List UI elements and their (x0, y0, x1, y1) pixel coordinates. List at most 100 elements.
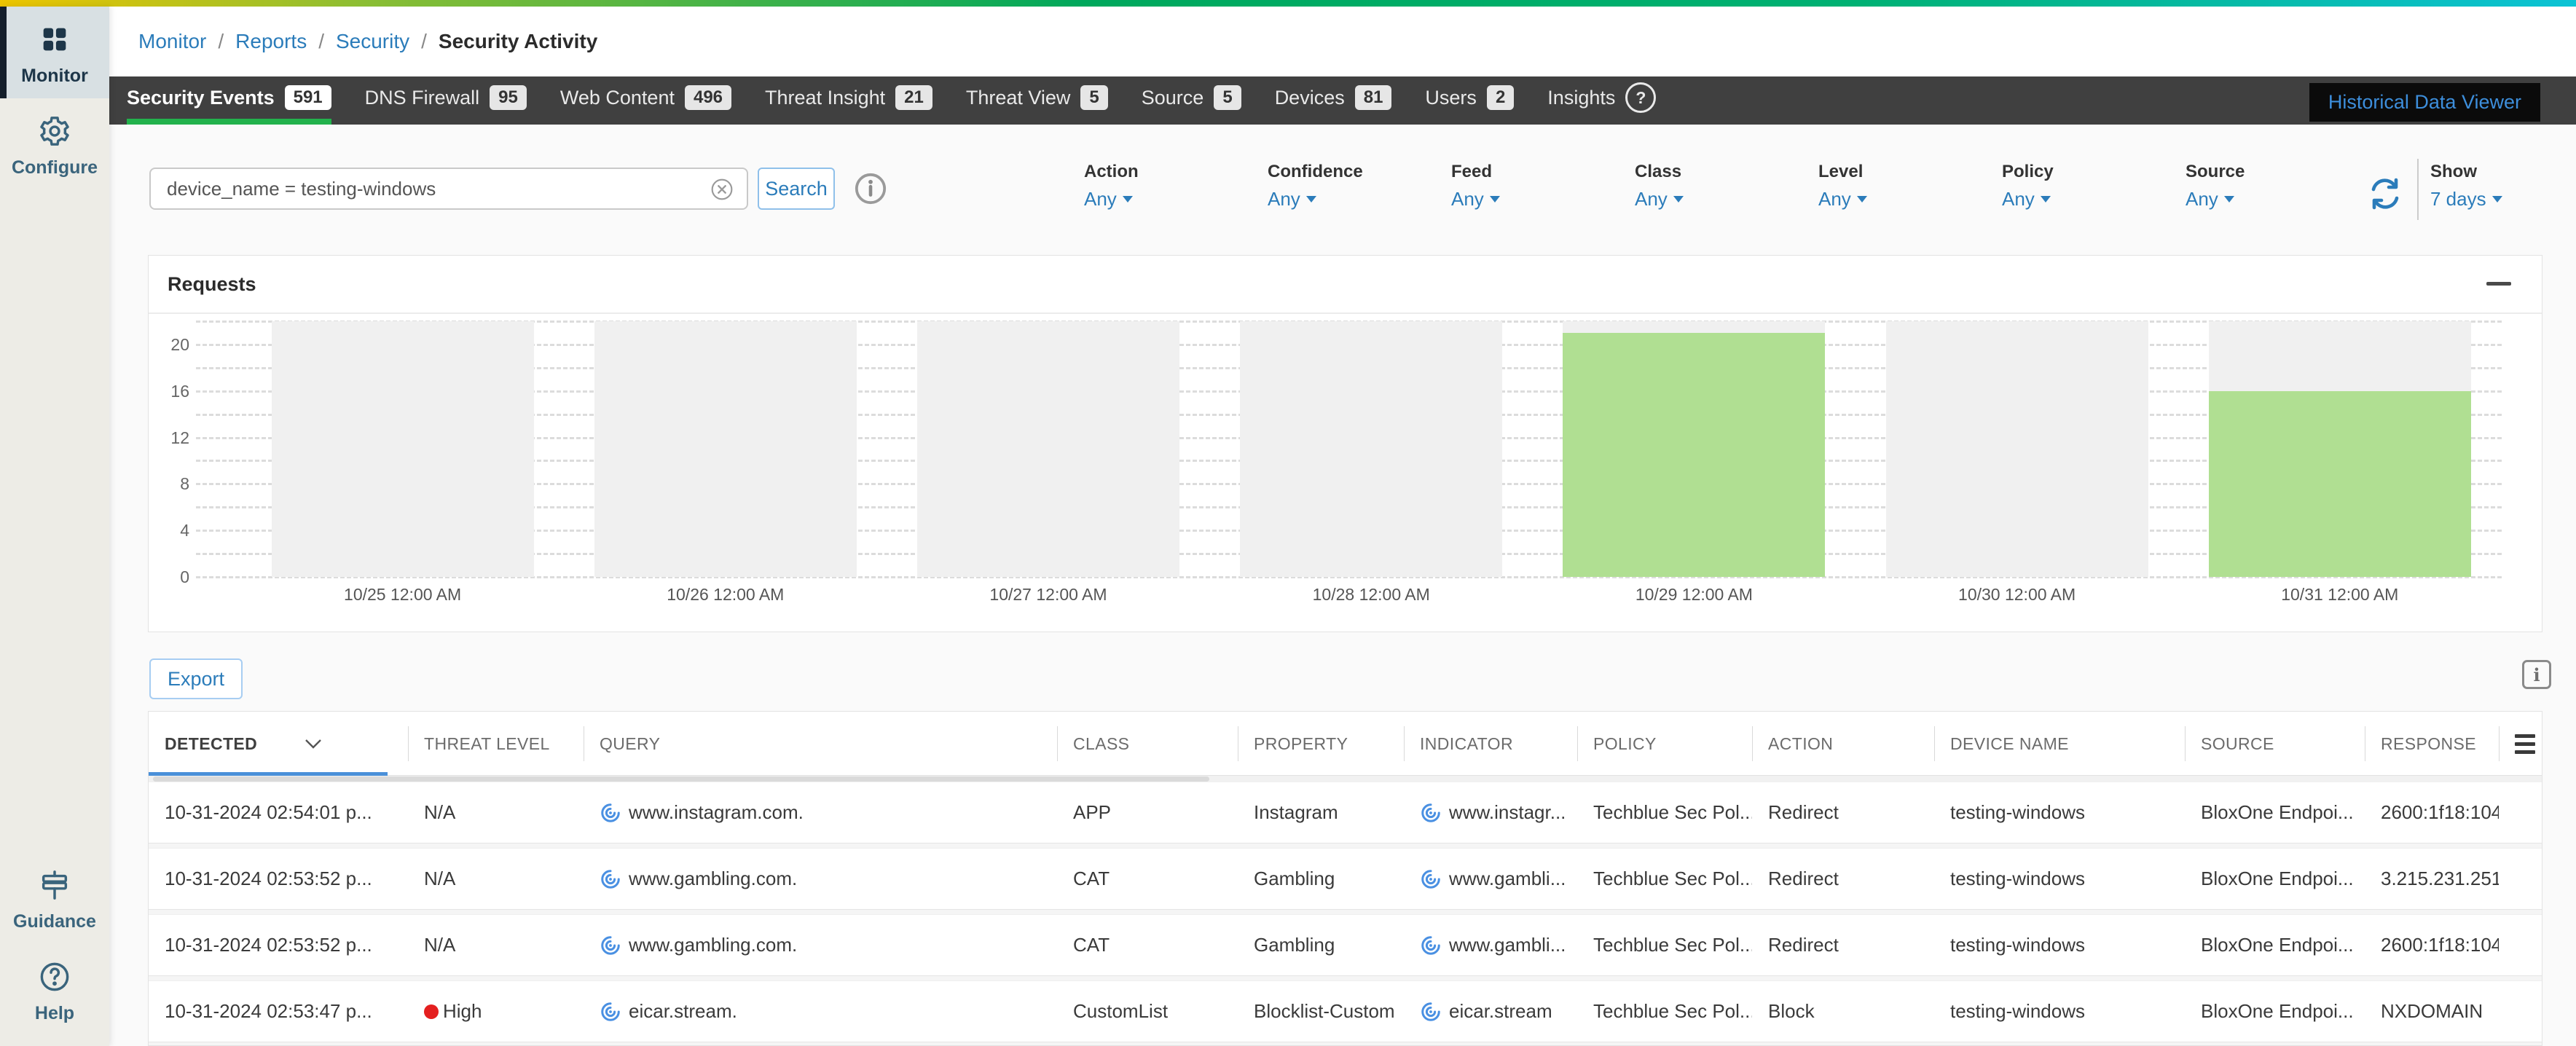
cell-action: Redirect (1752, 868, 1934, 890)
tab-devices[interactable]: Devices81 (1275, 76, 1392, 125)
filter-value-dropdown[interactable]: Any (1635, 188, 1684, 211)
chart-day-band (1886, 321, 2148, 577)
filter-value-dropdown[interactable]: Any (1084, 188, 1139, 211)
breadcrumb-bar: Monitor/Reports/Security/Security Activi… (109, 7, 2576, 76)
chart-bar[interactable] (2209, 391, 2471, 577)
table-row[interactable]: 10-31-2024 02:53:52 p...N/Awww.gambling.… (149, 915, 2542, 975)
filter-value-dropdown[interactable]: Any (2186, 188, 2245, 211)
tab-users[interactable]: Users 2 (1425, 76, 1514, 125)
dossier-lookup-icon[interactable] (1420, 935, 1442, 956)
horizontal-scrollbar[interactable] (149, 776, 2542, 782)
tab-bar: Security Events591 DNS Firewall95 Web Cont… (109, 76, 2576, 125)
tab-insights[interactable]: Insights? (1547, 76, 1656, 125)
y-axis-tick-label: 0 (149, 567, 189, 587)
filter-value-dropdown[interactable]: Any (1268, 188, 1363, 211)
breadcrumb-link-security[interactable]: Security (336, 30, 409, 53)
dossier-lookup-icon[interactable] (1420, 868, 1442, 890)
column-header-policy[interactable]: POLICY (1577, 712, 1752, 776)
horizontal-scrollbar-thumb[interactable] (153, 776, 1209, 782)
chart-bar[interactable] (1563, 333, 1825, 577)
dossier-lookup-icon[interactable] (600, 802, 621, 824)
column-header-class[interactable]: CLASS (1057, 712, 1238, 776)
filter-value-dropdown[interactable]: Any (2002, 188, 2054, 211)
breadcrumb-link-monitor[interactable]: Monitor (138, 30, 206, 53)
help-circle-icon[interactable]: ? (1625, 82, 1656, 113)
tab-source[interactable]: Source5 (1142, 76, 1241, 125)
column-header-query[interactable]: QUERY (584, 712, 1057, 776)
tab-count-badge: 81 (1355, 85, 1392, 110)
breadcrumb-link-reports[interactable]: Reports (235, 30, 307, 53)
column-header-property[interactable]: PROPERTY (1238, 712, 1404, 776)
refresh-icon[interactable] (2368, 176, 2403, 211)
y-axis-tick-label: 4 (149, 520, 189, 540)
y-axis-tick-label: 12 (149, 428, 189, 448)
dossier-lookup-icon[interactable] (1420, 802, 1442, 824)
table-info-icon[interactable]: i (2522, 660, 2551, 689)
tabs: Security Events591 DNS Firewall95 Web Cont… (127, 76, 1656, 125)
cell-query: www.gambling.com. (584, 934, 1057, 956)
cell-threat-level: N/A (408, 934, 584, 956)
clear-search-icon[interactable] (710, 178, 734, 201)
cell-source: BloxOne Endpoi... (2185, 1000, 2365, 1023)
table-row[interactable]: 10-31-2024 02:53:47 p...Higheicar.stream… (149, 981, 2542, 1042)
signpost-icon (38, 868, 71, 905)
dossier-lookup-icon[interactable] (1420, 1001, 1442, 1023)
chevron-down-icon (1857, 196, 1867, 202)
sidebar-item-help[interactable]: Help (0, 944, 109, 1036)
filter-feed: FeedAny (1451, 162, 1500, 211)
x-axis-tick-label: 10/29 12:00 AM (1533, 585, 1856, 605)
search-info-icon[interactable] (854, 172, 887, 205)
column-header-device-name[interactable]: DEVICE NAME (1934, 712, 2185, 776)
table-header-row: DETECTEDTHREAT LEVEL QUERY CLASSPROPERTYIN… (149, 712, 2542, 776)
cell-class: CustomList (1057, 1000, 1238, 1023)
filter-level: Level Any (1818, 162, 1867, 211)
dossier-lookup-icon[interactable] (600, 935, 621, 956)
sidebar-item-configure[interactable]: Configure (0, 98, 109, 190)
search-input[interactable] (149, 168, 748, 210)
tab-web-content[interactable]: Web Content496 (560, 76, 731, 125)
column-settings-button[interactable] (2499, 712, 2542, 776)
column-header-label: QUERY (600, 734, 660, 754)
tab-label: Users (1425, 87, 1477, 109)
table-row[interactable]: 10-31-2024 02:54:01 p...N/Awww.instagram… (149, 782, 2542, 843)
tab-threat-insight[interactable]: Threat Insight21 (765, 76, 932, 125)
chevron-down-icon (2041, 196, 2051, 202)
filter-value-dropdown[interactable]: Any (1818, 188, 1867, 211)
sidebar-item-guidance[interactable]: Guidance (0, 852, 109, 944)
show-value-dropdown[interactable]: 7 days (2430, 188, 2502, 211)
tab-security-events[interactable]: Security Events591 (127, 76, 331, 125)
cell-policy: Techblue Sec Pol... (1577, 1000, 1752, 1023)
table-row[interactable]: 10-31-2024 02:53:52 p...N/Awww.gambling.… (149, 849, 2542, 909)
filter-value-dropdown[interactable]: Any (1451, 188, 1500, 211)
dossier-lookup-icon[interactable] (600, 1001, 621, 1023)
chevron-down-icon (2224, 196, 2234, 202)
tab-dns-firewall[interactable]: DNS Firewall95 (365, 76, 527, 125)
historical-data-viewer-button[interactable]: Historical Data Viewer (2309, 83, 2540, 122)
column-header-detected[interactable]: DETECTED (149, 712, 408, 776)
tab-label: Security Events (127, 87, 275, 109)
column-header-label: RESPONSE (2381, 734, 2476, 754)
export-button[interactable]: Export (149, 658, 243, 699)
cell-policy: Techblue Sec Pol... (1577, 934, 1752, 956)
sidebar-item-monitor[interactable]: Monitor (0, 7, 109, 98)
tab-count-badge: 2 (1487, 85, 1514, 110)
column-header-threat-level[interactable]: THREAT LEVEL (408, 712, 584, 776)
filter-label: Level (1818, 162, 1867, 182)
sidebar-item-label: Guidance (13, 911, 96, 932)
cell-indicator: www.gambli... (1404, 868, 1577, 890)
cell-response: 2600:1f18:1043... (2365, 801, 2499, 824)
search-button[interactable]: Search (758, 168, 835, 210)
cell-response: 3.215.231.251 (2365, 868, 2499, 890)
cell-detected: 10-31-2024 02:53:52 p... (149, 934, 408, 956)
filter-action: Action Any (1084, 162, 1139, 211)
column-header-action[interactable]: ACTION (1752, 712, 1934, 776)
security-activity-page: MonitorConfigure GuidanceHelp Monitor/Re… (0, 0, 2576, 1046)
column-header-response[interactable]: RESPONSE (2365, 712, 2499, 776)
filter-label: Action (1084, 162, 1139, 182)
tab-threat-view[interactable]: Threat View5 (966, 76, 1108, 125)
column-header-indicator[interactable]: INDICATOR (1404, 712, 1577, 776)
dossier-lookup-icon[interactable] (600, 868, 621, 890)
x-axis-tick-label: 10/31 12:00 AM (2178, 585, 2501, 605)
cell-indicator: www.instagr... (1404, 801, 1577, 824)
column-header-source[interactable]: SOURCE (2185, 712, 2365, 776)
